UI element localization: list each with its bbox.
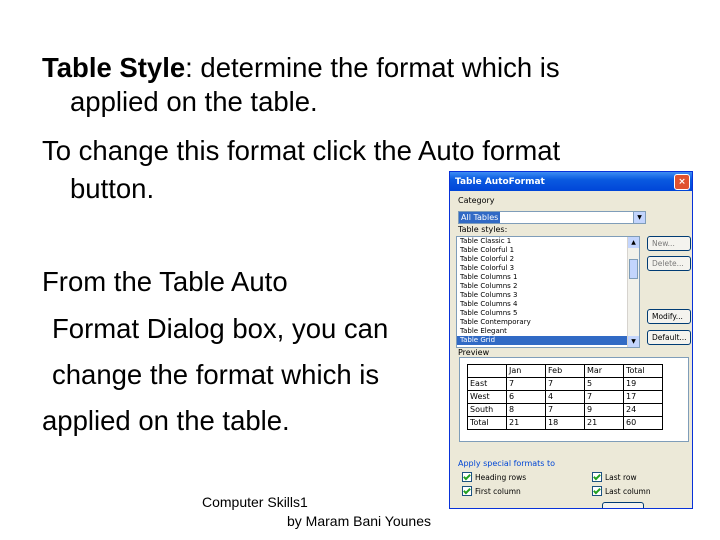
close-button[interactable]: × [674,174,690,190]
preview-table-cell: 7 [545,403,585,417]
preview-table-row: Jan Feb Mar Total [467,364,663,378]
preview-table-cell: 8 [506,403,546,417]
delete-style-button[interactable]: Delete... [647,256,691,271]
preview-table-cell: 18 [545,416,585,430]
preview-table-cell: Total [623,364,663,378]
preview-table-cell: Jan [506,364,546,378]
last-row-checkbox[interactable]: Last row [592,472,637,482]
preview-table-cell [467,364,507,378]
preview-table-cell: 7 [584,390,624,404]
slide-line-2: applied on the table. [70,86,318,117]
footer-author: by Maram Bani Younes [287,513,431,529]
preview-table-row: South 8 7 9 24 [467,403,663,417]
table-style-item[interactable]: Table Colorful 2 [457,255,639,264]
table-style-item[interactable]: Table Elegant [457,327,639,336]
checkbox-checked-icon[interactable] [592,486,602,496]
chevron-down-icon[interactable]: ▼ [633,212,645,223]
footer-course: Computer Skills1 [202,494,308,510]
preview-table-cell: 24 [623,403,663,417]
last-column-checkbox[interactable]: Last column [592,486,651,496]
preview-table-cell: 5 [584,377,624,391]
preview-table: Jan Feb Mar Total East 7 7 5 19 West 6 4 7 17 South 8 7 9… [467,364,663,430]
table-style-item[interactable]: Table Classic 1 [457,237,639,246]
table-style-definition: : determine the format which is [185,52,560,83]
modify-style-button[interactable]: Modify... [647,309,691,324]
preview-table-cell: 21 [584,416,624,430]
apply-formats-label: Apply special formats to [458,459,556,468]
preview-panel: Jan Feb Mar Total East 7 7 5 19 West 6 4 7 17 South 8 7 9… [459,357,689,442]
new-style-button[interactable]: New... [647,236,691,251]
para2-line-1: From the Table Auto [42,266,288,297]
table-style-item[interactable]: Table Contemporary [457,318,639,327]
dialog-title: Table AutoFormat [455,176,545,187]
first-column-checkbox[interactable]: First column [462,486,521,496]
preview-table-cell: 7 [545,377,585,391]
default-style-button[interactable]: Default... [647,330,691,345]
scroll-down-icon[interactable]: ▼ [628,336,639,347]
table-style-item[interactable]: Table Columns 3 [457,291,639,300]
preview-table-cell: 6 [506,390,546,404]
preview-table-cell: Total [467,416,507,430]
slide-line-1: Table Style: determine the format which … [42,51,560,85]
styles-label: Table styles: [458,225,508,234]
heading-rows-label: Heading rows [475,472,527,482]
preview-table-row: East 7 7 5 19 [467,377,663,391]
preview-table-cell: Feb [545,364,585,378]
category-select[interactable]: All Tables ▼ [458,211,646,224]
slide-line-3: To change this format click the Auto for… [42,135,561,166]
preview-table-cell: South [467,403,507,417]
last-row-label: Last row [605,472,637,482]
preview-table-row: Total 21 18 21 60 [467,416,663,430]
preview-table-cell: 9 [584,403,624,417]
table-style-item[interactable]: Table Grid [457,336,639,345]
table-style-item[interactable]: Table Columns 1 [457,273,639,282]
para2-line-2: Format Dialog box, you can [52,313,389,344]
styles-scrollbar[interactable]: ▲ ▼ [627,237,639,347]
checkbox-checked-icon[interactable] [462,472,472,482]
first-column-label: First column [475,486,521,496]
preview-table-cell: 21 [506,416,546,430]
preview-table-cell: 19 [623,377,663,391]
checkbox-checked-icon[interactable] [592,472,602,482]
para2-line-3: change the format which is [52,359,380,390]
scroll-up-icon[interactable]: ▲ [628,237,639,248]
table-style-item[interactable]: Table Colorful 1 [457,246,639,255]
para2-line-4: applied on the table. [42,405,290,436]
scroll-thumb[interactable] [629,259,638,279]
category-label: Category [458,196,495,205]
heading-rows-checkbox[interactable]: Heading rows [462,472,526,482]
preview-table-cell: 60 [623,416,663,430]
category-value: All Tables [459,212,501,223]
preview-table-cell: 4 [545,390,585,404]
last-column-label: Last column [605,486,651,496]
checkbox-checked-icon[interactable] [462,486,472,496]
slide-line-4: button. [70,173,155,204]
preview-table-cell: West [467,390,507,404]
preview-table-cell: 7 [506,377,546,391]
table-style-term: Table Style [42,52,186,83]
preview-label: Preview [458,348,490,357]
table-styles-list[interactable]: Table Classic 1 Table Colorful 1 Table Col… [456,236,640,348]
preview-table-cell: East [467,377,507,391]
table-style-item[interactable]: Table Columns 4 [457,300,639,309]
dialog-titlebar[interactable]: Table AutoFormat [450,172,692,191]
table-autoformat-dialog: Table AutoFormat × Category All Tables ▼… [449,171,693,509]
table-style-item[interactable]: Table Columns 5 [457,309,639,318]
ok-button[interactable] [602,502,644,508]
preview-table-cell: 17 [623,390,663,404]
table-style-item[interactable]: Table Colorful 3 [457,264,639,273]
preview-table-row: West 6 4 7 17 [467,390,663,404]
preview-table-cell: Mar [584,364,624,378]
table-style-item[interactable]: Table Columns 2 [457,282,639,291]
